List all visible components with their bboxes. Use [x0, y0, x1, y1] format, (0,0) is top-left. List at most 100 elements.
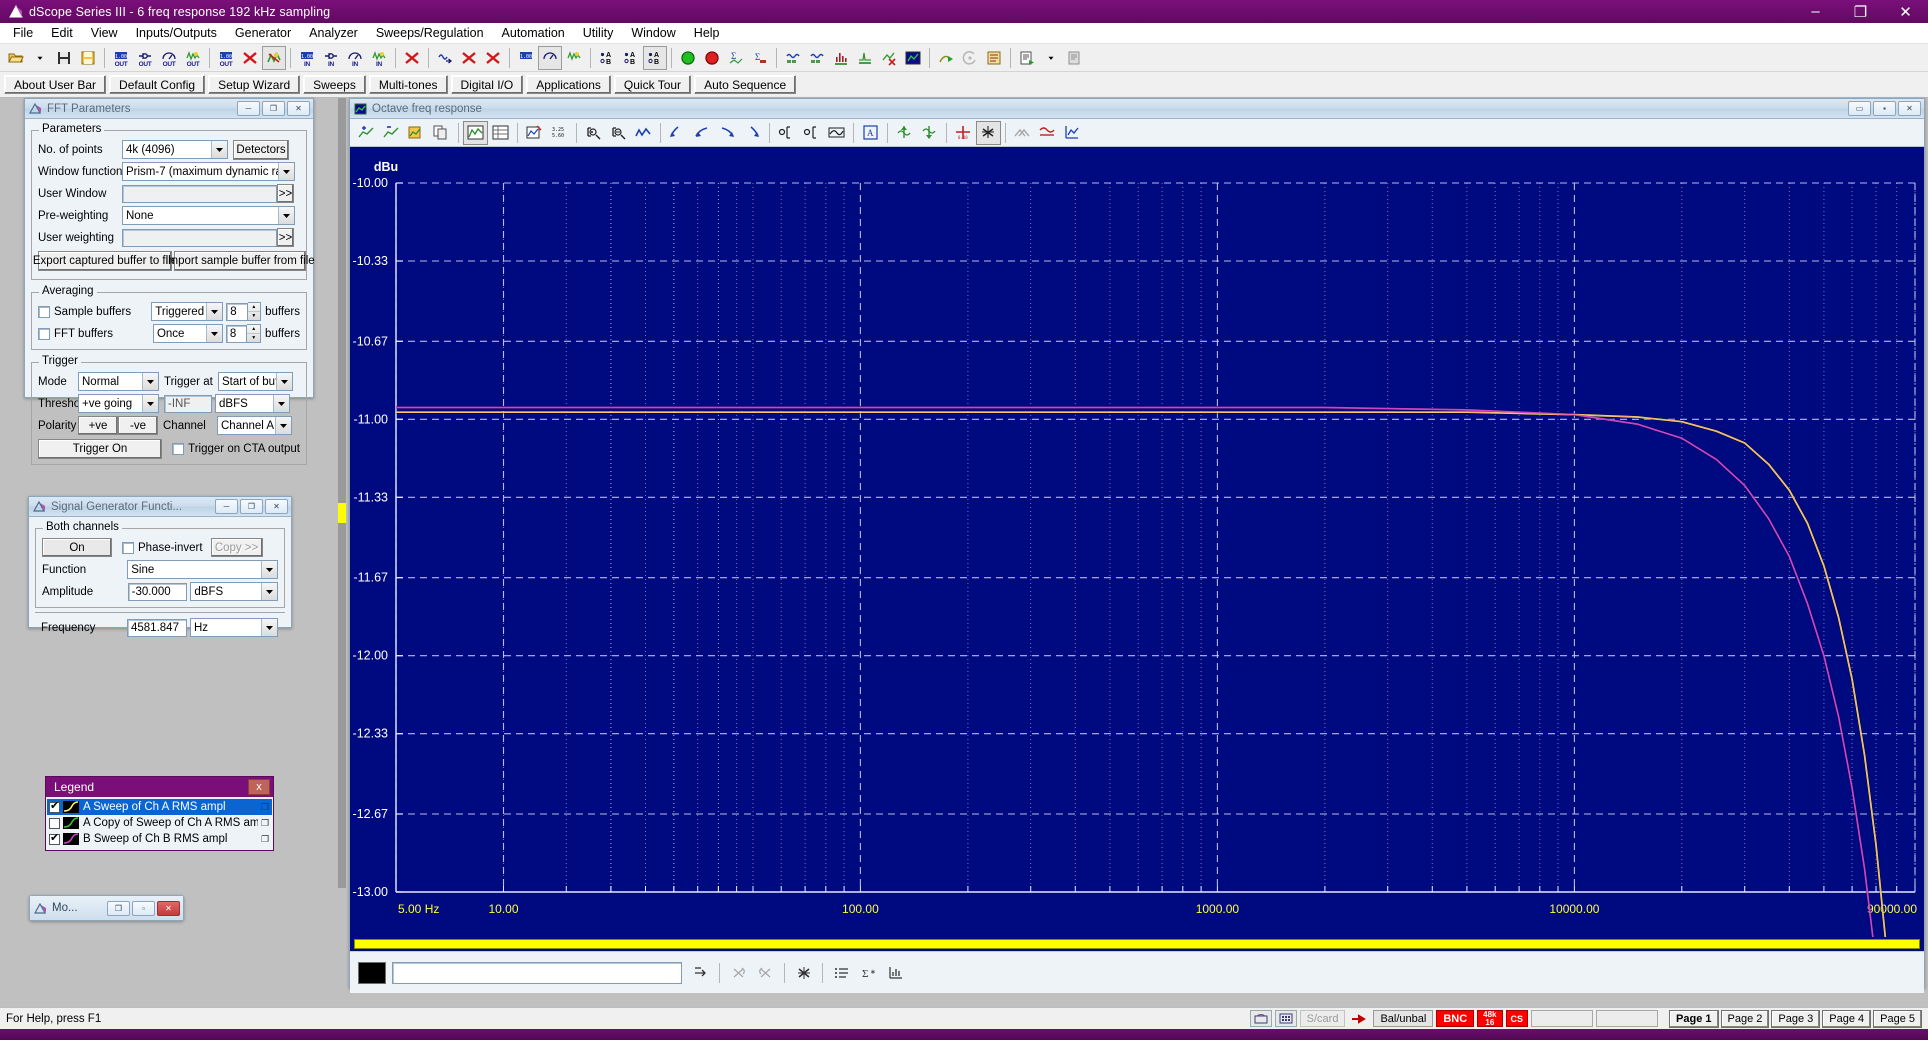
output-disable-icon[interactable]: [239, 47, 261, 69]
fft-close-button[interactable]: ✕: [287, 101, 310, 116]
generator-on-button[interactable]: On: [42, 538, 112, 557]
chevron-down-icon[interactable]: [142, 395, 158, 412]
report-dropdown-icon[interactable]: [1040, 47, 1062, 69]
siggen-maximize-button[interactable]: ❐: [240, 499, 263, 514]
copy-button[interactable]: Copy >>: [210, 538, 263, 557]
show-graph-icon[interactable]: [463, 120, 488, 145]
chevron-down-icon[interactable]: [206, 303, 223, 320]
graph-window-icon[interactable]: [902, 47, 924, 69]
generator-active-icon[interactable]: [262, 45, 286, 70]
channel-ab-both-icon[interactable]: AB: [643, 45, 667, 70]
menu-file[interactable]: File: [4, 24, 42, 42]
input-level-icon[interactable]: 1.00 IN: [296, 47, 318, 69]
userbar-button-multi-tones[interactable]: Multi-tones: [368, 75, 448, 94]
userbar-button-about-user-bar[interactable]: About User Bar: [4, 75, 107, 94]
cs-indicator[interactable]: CS: [1505, 1010, 1529, 1027]
page-tab-page-4[interactable]: Page 4: [1822, 1009, 1872, 1028]
menu-window[interactable]: Window: [622, 24, 684, 42]
chart-maximize-button[interactable]: ▪: [1873, 101, 1896, 116]
frequency-field[interactable]: 4581.847: [127, 618, 187, 637]
output-level-off-icon[interactable]: 1.00 OUT: [215, 47, 237, 69]
threshold-edge-combo[interactable]: +ve going: [78, 394, 159, 413]
waveform-b-icon[interactable]: [806, 47, 828, 69]
userbar-button-quick-tour[interactable]: Quick Tour: [613, 75, 692, 94]
zoom-out-icon[interactable]: [607, 122, 630, 144]
green-go-icon[interactable]: [677, 47, 699, 69]
show-table-icon[interactable]: [489, 122, 512, 144]
zoom-in-icon[interactable]: [582, 122, 605, 144]
list-icon[interactable]: [830, 962, 853, 984]
output-meter-icon[interactable]: OUT: [158, 47, 180, 69]
chevron-down-icon[interactable]: [261, 619, 277, 636]
x-scroll-thumb[interactable]: [354, 939, 1920, 949]
fft-buffers-spinner[interactable]: ▲ ▼: [247, 324, 262, 343]
trigger-on-button[interactable]: Trigger On: [38, 438, 163, 459]
fft-buffers-checkbox[interactable]: [38, 327, 50, 340]
channel-ab-select-icon[interactable]: AB: [596, 47, 618, 69]
autoscale-icon[interactable]: [632, 122, 655, 144]
chevron-down-icon[interactable]: [205, 325, 222, 342]
trigger-channel-combo[interactable]: Channel A: [217, 416, 292, 435]
snap-point-icon[interactable]: [976, 120, 1001, 145]
trace-color-swatch[interactable]: [358, 961, 386, 984]
limits-icon[interactable]: [1011, 122, 1034, 144]
sample-rate-indicator[interactable]: 48k 16: [1477, 1010, 1503, 1027]
legend-copy-icon[interactable]: ❐: [258, 818, 272, 829]
output-config-icon[interactable]: OUT: [134, 47, 156, 69]
save-trace-icon[interactable]: [405, 122, 428, 144]
keypad-icon[interactable]: [1274, 1010, 1297, 1027]
report-print-icon[interactable]: [1064, 47, 1086, 69]
meter-signal-icon[interactable]: [563, 47, 585, 69]
page-tab-page-2[interactable]: Page 2: [1720, 1009, 1770, 1028]
open-file-icon[interactable]: [5, 47, 27, 69]
legend-visibility-checkbox[interactable]: [49, 831, 60, 845]
phone-modem-icon[interactable]: [1249, 1010, 1272, 1027]
menu-inputs-outputs[interactable]: Inputs/Outputs: [127, 24, 226, 42]
phase-invert-checkbox[interactable]: [122, 541, 134, 554]
sum-icon[interactable]: Σ ∗: [857, 962, 880, 984]
meter-level-icon[interactable]: 1.00: [515, 47, 537, 69]
window-minimize-button[interactable]: –: [1793, 0, 1838, 23]
window-function-combo[interactable]: Prism-7 (maximum dynamic range): [122, 162, 295, 181]
output-signal-icon[interactable]: OUT: [182, 47, 204, 69]
chevron-down-icon[interactable]: [276, 373, 292, 390]
menu-edit[interactable]: Edit: [42, 24, 82, 42]
fit-to-window-icon[interactable]: [689, 962, 712, 984]
amplitude-field[interactable]: -30.000: [127, 582, 188, 601]
plot-canvas[interactable]: dBu -10.00 -10.33 -10.67 -11.00 -11.33 -11.67 -…: [350, 147, 1924, 937]
userbar-button-digital-i-o[interactable]: Digital I/O: [450, 75, 524, 94]
monitor-close-button[interactable]: ✕: [157, 900, 180, 916]
sweep-settings-icon[interactable]: [983, 47, 1005, 69]
chevron-down-icon[interactable]: [275, 417, 291, 434]
sine-to-analyzer-icon[interactable]: [434, 47, 456, 69]
average-trace-icon[interactable]: [1036, 122, 1059, 144]
userbar-button-default-config[interactable]: Default Config: [109, 75, 206, 94]
fft-sigma-bars-icon[interactable]: Σ: [749, 47, 771, 69]
userbar-button-setup-wizard[interactable]: Setup Wizard: [208, 75, 301, 94]
clear-markers-icon[interactable]: [792, 962, 815, 984]
loop-sweep-icon[interactable]: [959, 47, 981, 69]
numeric-display-icon[interactable]: 3.25 5.60: [548, 122, 571, 144]
channel-ab-alt-icon[interactable]: AB: [620, 47, 642, 69]
chevron-down-icon[interactable]: [261, 561, 277, 578]
chevron-down-icon[interactable]: [260, 583, 277, 600]
import-buffer-button[interactable]: Import sample buffer from file: [165, 250, 315, 271]
fft-minimize-button[interactable]: ─: [237, 101, 260, 116]
impulse-icon[interactable]: [854, 47, 876, 69]
page-tab-page-1[interactable]: Page 1: [1669, 1009, 1719, 1028]
threshold-unit-combo[interactable]: dBFS: [215, 394, 290, 413]
fft-buffers-mode-combo[interactable]: Once: [152, 324, 223, 343]
monitor-maximize-button[interactable]: ▫: [132, 900, 155, 916]
userbar-button-sweeps[interactable]: Sweeps: [303, 75, 366, 94]
menu-analyzer[interactable]: Analyzer: [300, 24, 367, 42]
marker-curve-icon[interactable]: [825, 122, 848, 144]
page-tab-page-5[interactable]: Page 5: [1873, 1009, 1922, 1028]
remove-trace-icon[interactable]: [380, 122, 403, 144]
input-meter-icon[interactable]: IN: [344, 47, 366, 69]
chevron-down-icon[interactable]: [142, 373, 158, 390]
sample-buffers-checkbox[interactable]: [38, 305, 50, 318]
cursor-right-icon[interactable]: [741, 122, 764, 144]
balunbal-indicator[interactable]: Bal/unbal: [1373, 1010, 1434, 1027]
spectrum-icon[interactable]: [830, 47, 852, 69]
no-of-points-combo[interactable]: 4k (4096): [122, 140, 228, 159]
